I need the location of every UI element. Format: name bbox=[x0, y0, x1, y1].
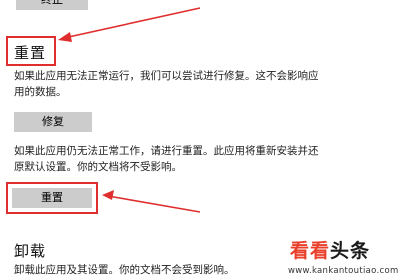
watermark-url: www.kankantoutiao.com bbox=[288, 266, 399, 276]
watermark-logo: 看看头条 bbox=[290, 236, 370, 263]
uninstall-description: 卸载此应用及其设置。你的文档不会受到影响。 bbox=[14, 264, 235, 276]
watermark-part2: 头条 bbox=[330, 240, 371, 262]
uninstall-section-heading: 卸载 bbox=[14, 242, 47, 260]
watermark-part1: 看看 bbox=[290, 240, 331, 262]
